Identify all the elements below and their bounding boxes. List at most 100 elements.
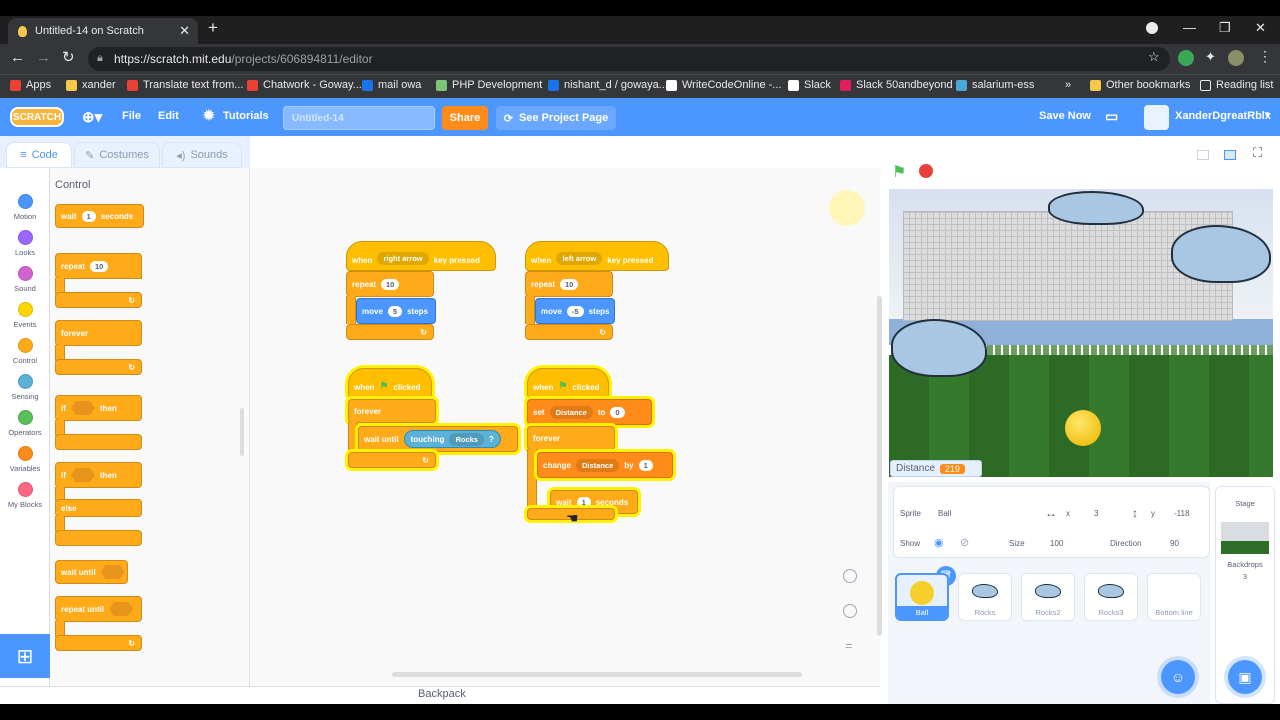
wait-seconds-input[interactable]: 1 xyxy=(576,496,591,508)
language-globe-icon[interactable]: ⊕▾ xyxy=(82,108,102,126)
forever-block[interactable]: forever xyxy=(527,426,615,450)
show-visible-eye-icon[interactable]: ◉ xyxy=(934,536,944,549)
url-field[interactable]: 🔒︎ https://scratch.mit.edu/projects/6068… xyxy=(88,47,1170,71)
browser-tab[interactable]: Untitled-14 on Scratch ✕ xyxy=(8,18,198,44)
vertical-scrollbar[interactable] xyxy=(877,296,882,636)
repeat-block[interactable]: repeat 10 xyxy=(525,271,613,297)
category-control[interactable]: Control xyxy=(0,338,50,365)
scratch-logo[interactable]: SCRATCH xyxy=(10,107,64,127)
reading-list[interactable]: Reading list xyxy=(1200,79,1273,91)
share-button[interactable]: Share xyxy=(442,106,488,130)
edit-menu[interactable]: Edit xyxy=(158,110,179,122)
file-menu[interactable]: File xyxy=(122,110,141,122)
block-input[interactable]: 1 xyxy=(81,210,96,222)
zoom-out-icon[interactable] xyxy=(843,604,857,618)
palette-wait-until-block[interactable]: wait until xyxy=(55,560,128,584)
when-flag-clicked-hat[interactable]: when ⚑ clicked xyxy=(527,368,609,398)
palette-scrollbar[interactable] xyxy=(240,408,244,456)
category-my-blocks[interactable]: My Blocks xyxy=(0,482,50,509)
repeat-count-input[interactable]: 10 xyxy=(381,278,400,290)
forever-block[interactable]: forever xyxy=(348,399,436,423)
profile-avatar-icon[interactable] xyxy=(1228,50,1244,66)
change-variable-block[interactable]: change Distance by 1 xyxy=(537,452,673,478)
sprite-tile-rocks3[interactable]: Rocks3 xyxy=(1084,573,1138,621)
key-dropdown[interactable]: right arrow xyxy=(377,252,429,265)
size-field[interactable]: 100 xyxy=(1050,539,1063,548)
boolean-slot[interactable] xyxy=(100,565,125,579)
category-variables[interactable]: Variables xyxy=(0,446,50,473)
sprite-tile-ball[interactable]: Ball xyxy=(895,573,949,621)
horizontal-scrollbar[interactable] xyxy=(392,672,802,677)
my-stuff-folder-icon[interactable]: ▭ xyxy=(1105,108,1118,125)
close-tab-icon[interactable]: ✕ xyxy=(179,23,190,39)
category-events[interactable]: Events xyxy=(0,302,50,329)
bookmark-item[interactable]: PHP Development xyxy=(436,79,542,91)
restore-icon[interactable]: ❐ xyxy=(1219,20,1231,36)
repeat-block[interactable]: repeat 10 xyxy=(346,271,434,297)
other-bookmarks[interactable]: Other bookmarks xyxy=(1090,79,1190,91)
ball-sprite[interactable] xyxy=(1065,410,1101,446)
tab-costumes[interactable]: ✎ Costumes xyxy=(74,142,160,168)
backpack-bar[interactable]: Backpack xyxy=(0,686,880,704)
boolean-slot[interactable] xyxy=(70,468,95,482)
bookmark-item[interactable]: Translate text from... xyxy=(127,79,243,91)
block-input[interactable]: 10 xyxy=(90,260,109,272)
green-flag-button[interactable]: ⚑ xyxy=(892,162,906,182)
bookmark-item[interactable]: salarium-ess xyxy=(956,79,1034,91)
bookmark-item[interactable]: Slack xyxy=(788,79,831,91)
forward-icon[interactable]: → xyxy=(36,49,51,66)
variable-dropdown[interactable]: Distance xyxy=(549,405,593,419)
bookmark-item[interactable]: Chatwork - Goway... xyxy=(247,79,362,91)
username-menu[interactable]: XanderDgreatRblx xyxy=(1175,110,1271,122)
move-steps-block[interactable]: move -5 steps xyxy=(535,298,615,324)
change-value-input[interactable]: 1 xyxy=(638,459,653,471)
user-avatar[interactable] xyxy=(1144,105,1169,130)
when-flag-clicked-hat[interactable]: when ⚑ clicked xyxy=(348,368,432,398)
wait-until-block[interactable]: wait until touching Rocks? xyxy=(358,426,518,452)
category-looks[interactable]: Looks xyxy=(0,230,50,257)
close-window-icon[interactable]: ✕ xyxy=(1255,20,1266,36)
bookmark-item[interactable]: nishant_d / gowaya... xyxy=(548,79,668,91)
tab-sounds[interactable]: ◂) Sounds xyxy=(162,142,242,168)
stop-button[interactable] xyxy=(919,164,933,178)
profile-dropdown-icon[interactable] xyxy=(1146,22,1158,34)
normal-stage-icon[interactable] xyxy=(1224,150,1236,160)
bookmark-item[interactable]: Apps xyxy=(10,79,51,91)
when-key-pressed-hat[interactable]: when right arrow key pressed xyxy=(346,241,496,271)
boolean-slot[interactable] xyxy=(70,401,95,415)
rocks3-sprite[interactable] xyxy=(891,319,987,377)
set-variable-block[interactable]: set Distance to 0 xyxy=(527,399,652,425)
sprite-tile-rocks[interactable]: Rocks xyxy=(958,573,1012,621)
bookmark-item[interactable]: mail owa xyxy=(362,79,421,91)
stage-canvas[interactable] xyxy=(889,189,1273,477)
back-icon[interactable]: ← xyxy=(10,49,25,66)
repeat-count-input[interactable]: 10 xyxy=(560,278,579,290)
y-field[interactable]: -118 xyxy=(1174,509,1189,518)
move-steps-block[interactable]: move 5 steps xyxy=(356,298,436,324)
x-field[interactable]: 3 xyxy=(1094,509,1098,518)
minimize-icon[interactable]: — xyxy=(1183,20,1196,35)
reload-icon[interactable]: ↻ xyxy=(62,48,75,66)
variable-dropdown[interactable]: Distance xyxy=(576,458,620,472)
hide-eye-icon[interactable]: ⊘ xyxy=(960,536,969,549)
fullscreen-icon[interactable]: ⛶ xyxy=(1253,145,1262,161)
sprite-name-field[interactable]: Ball xyxy=(938,509,951,518)
distance-variable-monitor[interactable]: Distance 219 xyxy=(890,460,982,477)
palette-if-else-block[interactable]: if then xyxy=(55,462,142,488)
project-title-input[interactable]: Untitled-14 xyxy=(283,106,435,130)
choose-sprite-button[interactable]: ☺ xyxy=(1161,660,1195,694)
zoom-reset-icon[interactable]: = xyxy=(845,638,853,653)
category-sound[interactable]: Sound xyxy=(0,266,50,293)
tab-code[interactable]: ≡ Code xyxy=(6,142,72,168)
palette-forever-block[interactable]: forever xyxy=(55,320,142,346)
zoom-in-icon[interactable] xyxy=(843,569,857,583)
save-now-button[interactable]: Save Now xyxy=(1039,110,1091,122)
rocks-sprite[interactable] xyxy=(1048,191,1144,225)
category-operators[interactable]: Operators xyxy=(0,410,50,437)
category-motion[interactable]: Motion xyxy=(0,194,50,221)
bookmark-item[interactable]: xander xyxy=(66,79,116,91)
when-key-pressed-hat[interactable]: when left arrow key pressed xyxy=(525,241,669,271)
palette-repeat-block[interactable]: repeat 10 xyxy=(55,253,142,279)
boolean-slot[interactable] xyxy=(109,602,134,616)
see-project-page-button[interactable]: ⟳ See Project Page xyxy=(496,106,616,130)
